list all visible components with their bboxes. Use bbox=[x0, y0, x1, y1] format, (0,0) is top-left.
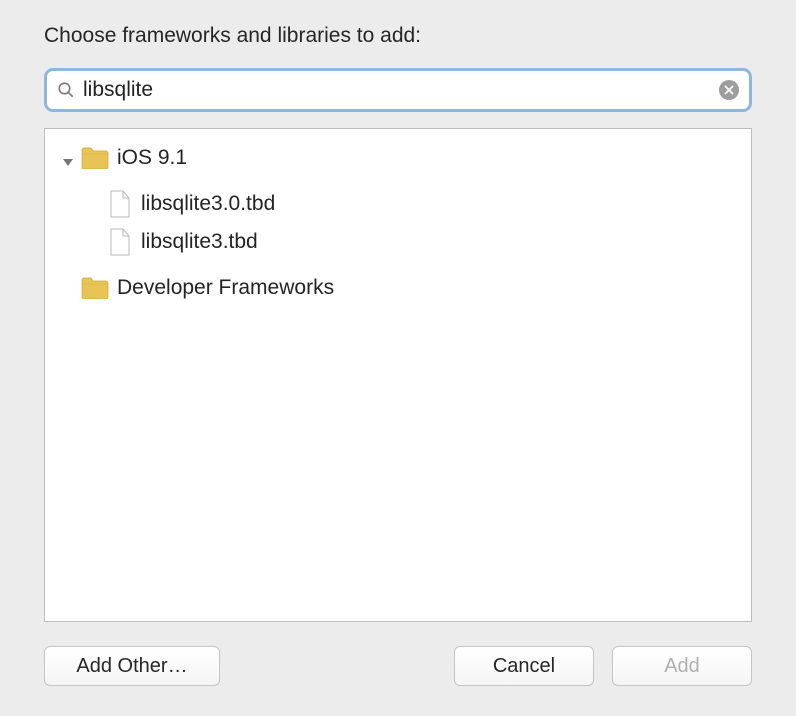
add-framework-dialog: Choose frameworks and libraries to add: bbox=[0, 0, 796, 716]
search-field bbox=[49, 73, 747, 107]
cancel-button[interactable]: Cancel bbox=[454, 646, 594, 686]
folder-icon bbox=[81, 147, 109, 169]
add-other-button[interactable]: Add Other… bbox=[44, 646, 220, 686]
search-field-wrapper bbox=[44, 68, 752, 112]
framework-list[interactable]: iOS 9.1 libsqlite3.0.tbd libsqlite3.tbd bbox=[44, 128, 752, 622]
clear-search-button[interactable] bbox=[719, 80, 739, 100]
tree-item-label: libsqlite3.tbd bbox=[141, 230, 258, 254]
tree-item[interactable]: libsqlite3.0.tbd bbox=[45, 185, 751, 223]
file-icon bbox=[109, 228, 131, 256]
dialog-button-row: Add Other… Cancel Add bbox=[44, 646, 752, 686]
tree-group-label: iOS 9.1 bbox=[117, 146, 187, 170]
add-button: Add bbox=[612, 646, 752, 686]
file-icon bbox=[109, 190, 131, 218]
tree-item-label: libsqlite3.0.tbd bbox=[141, 192, 275, 216]
search-input[interactable] bbox=[83, 78, 719, 102]
dialog-title: Choose frameworks and libraries to add: bbox=[44, 24, 752, 48]
disclosure-triangle-icon[interactable] bbox=[61, 151, 75, 165]
tree-group-label: Developer Frameworks bbox=[117, 276, 334, 300]
tree-group-ios[interactable]: iOS 9.1 bbox=[45, 141, 751, 175]
folder-icon bbox=[81, 277, 109, 299]
tree-group-developer-frameworks[interactable]: Developer Frameworks bbox=[45, 271, 751, 305]
tree-item[interactable]: libsqlite3.tbd bbox=[45, 223, 751, 261]
search-icon bbox=[57, 81, 75, 99]
